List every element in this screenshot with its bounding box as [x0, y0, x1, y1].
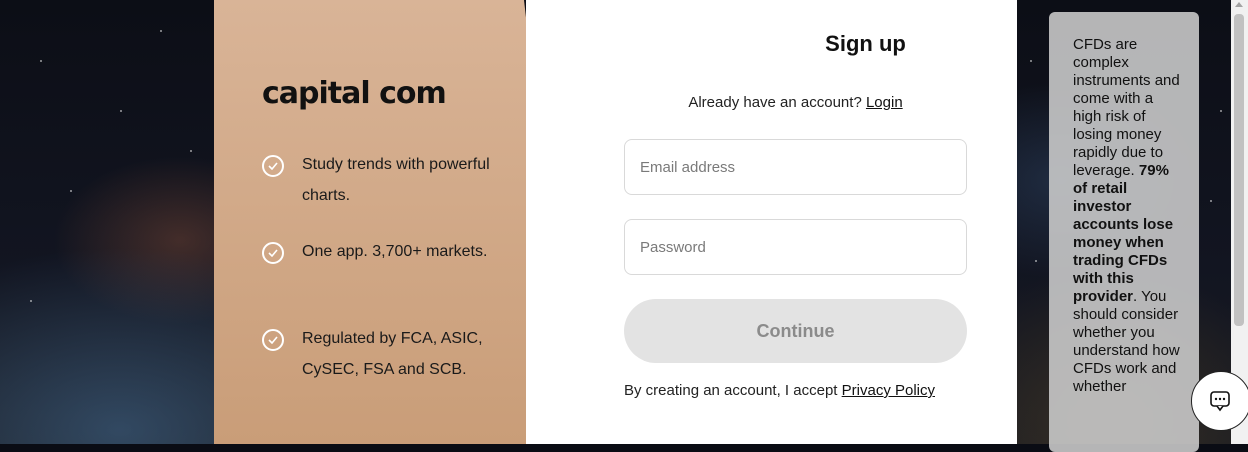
login-link[interactable]: Login: [866, 94, 903, 111]
chat-bubble-icon: [1210, 391, 1230, 412]
password-input[interactable]: [625, 220, 966, 274]
capital-com-logo: capital com: [262, 76, 447, 111]
feature-text: Regulated by FCA, ASIC, CySEC, FSA and S…: [302, 330, 483, 378]
email-input[interactable]: [625, 140, 966, 194]
feature-text: Study trends with powerful charts.: [302, 156, 490, 204]
feature-text: One app. 3,700+ markets.: [302, 243, 488, 260]
scroll-up-arrow-icon[interactable]: [1235, 2, 1243, 7]
password-field[interactable]: [624, 219, 967, 275]
check-circle-icon: [262, 329, 284, 351]
terms-label: By creating an account, I accept: [624, 382, 838, 399]
check-circle-icon: [262, 242, 284, 264]
email-field[interactable]: [624, 139, 967, 195]
risk-warning-bold: 79% of retail investor accounts lose mon…: [1073, 162, 1174, 305]
chat-button[interactable]: [1191, 371, 1248, 431]
risk-warning-part1: CFDs are complex instruments and come wi…: [1073, 36, 1180, 179]
terms-text: By creating an account, I accept Privacy…: [624, 382, 984, 399]
scrollbar-thumb[interactable]: [1234, 14, 1244, 326]
risk-warning-panel: CFDs are complex instruments and come wi…: [1049, 12, 1199, 452]
signup-card: Sign up Already have an account? Login C…: [526, 0, 1017, 444]
check-circle-icon: [262, 155, 284, 177]
promo-panel: capital com Study trends with powerful c…: [214, 0, 556, 444]
privacy-policy-link[interactable]: Privacy Policy: [842, 382, 935, 399]
continue-button[interactable]: Continue: [624, 299, 967, 363]
risk-warning-text: CFDs are complex instruments and come wi…: [1073, 36, 1181, 396]
login-prompt-text: Already have an account?: [688, 94, 862, 111]
login-prompt: Already have an account? Login: [624, 94, 967, 111]
